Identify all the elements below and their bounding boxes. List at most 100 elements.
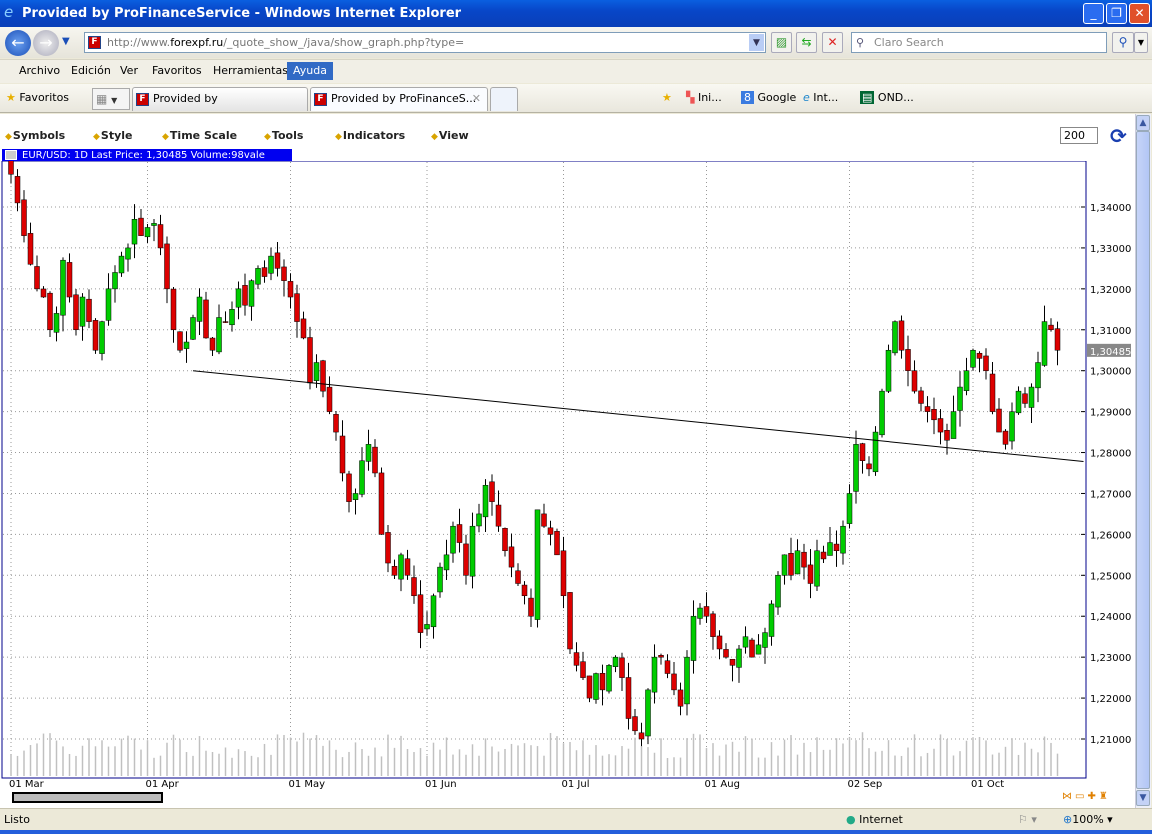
candle-down	[294, 293, 300, 322]
candle-down	[905, 349, 911, 371]
y-tick-label: 1,27000	[1090, 489, 1131, 500]
refresh-chart-icon[interactable]: ⟳	[1110, 124, 1127, 148]
close-tab-icon[interactable]: ✕	[472, 88, 481, 110]
bar-count-input[interactable]: 200	[1060, 127, 1098, 144]
candle-up	[151, 223, 157, 226]
candle-down	[404, 558, 411, 576]
menu-indicators[interactable]: ◆Indicators	[335, 129, 405, 142]
candle-down	[372, 446, 378, 474]
menu-ver[interactable]: Ver	[114, 62, 144, 80]
candle-down	[996, 408, 1002, 433]
scroll-down-icon[interactable]: ▼	[1136, 790, 1150, 806]
candle-up	[762, 632, 768, 648]
candle-down	[274, 252, 281, 269]
candle-up	[1028, 386, 1035, 408]
address-bar[interactable]: Fhttp://www.forexpf.ru/_quote_show_/java…	[84, 32, 766, 53]
candle-up	[697, 607, 703, 619]
candle-up	[183, 341, 190, 349]
candle-down	[989, 373, 996, 412]
scroll-up-icon[interactable]: ▲	[1136, 115, 1150, 131]
y-tick-label: 1,32000	[1090, 285, 1131, 296]
address-dropdown-icon[interactable]: ▼	[749, 34, 764, 51]
menu-herramientas[interactable]: Herramientas	[207, 62, 294, 80]
candle-up	[872, 431, 879, 473]
candle-down	[1048, 324, 1054, 331]
back-button[interactable]: ←	[5, 30, 31, 56]
compatibility-icon[interactable]: ▨	[771, 32, 792, 53]
candle-up	[970, 349, 976, 368]
candle-down	[27, 233, 34, 265]
fav-link-google[interactable]: 8 Google	[741, 90, 796, 106]
menu-style[interactable]: ◆Style	[93, 129, 133, 142]
chart-horizontal-scrollbar[interactable]	[12, 792, 163, 803]
restore-button[interactable]: ❐	[1106, 3, 1127, 24]
candle-down	[326, 386, 333, 412]
protected-mode-icon[interactable]: ⚐ ▾	[1018, 809, 1037, 831]
candle-up	[846, 493, 853, 524]
candle-down	[333, 414, 339, 433]
menu-archivo[interactable]: Archivo	[13, 62, 66, 80]
menu-label: Indicators	[342, 129, 406, 142]
fav-link-1[interactable]: ▚ Ini...	[686, 90, 722, 106]
candle-up	[424, 624, 430, 630]
menu-favoritos[interactable]: Favoritos	[146, 62, 208, 80]
search-options-icon[interactable]: ▼	[1134, 32, 1148, 53]
menu-edicion[interactable]: Edición	[65, 62, 117, 80]
minimize-button[interactable]: _	[1083, 3, 1104, 24]
candle-up	[1009, 411, 1015, 442]
candle-up	[359, 460, 365, 495]
quick-tabs-button[interactable]: ▦ ▼	[92, 88, 130, 110]
menu-symbols[interactable]: ◆Symbols	[5, 129, 65, 142]
candle-up	[365, 444, 372, 462]
forward-button[interactable]: →	[33, 30, 59, 56]
menu-view[interactable]: ◆View	[431, 129, 469, 142]
candle-up	[235, 288, 242, 308]
candle-up	[794, 550, 801, 575]
search-placeholder: Claro Search	[874, 36, 944, 49]
chart-zoom-controls-icon[interactable]: ⋈▭✚♜	[1062, 791, 1111, 802]
stop-icon[interactable]: ✕	[822, 32, 843, 53]
candle-down	[898, 320, 905, 351]
candle-down	[34, 266, 40, 290]
new-tab-button[interactable]	[490, 87, 518, 111]
candle-down	[300, 318, 307, 339]
candle-down	[378, 472, 385, 535]
menu-time-scale[interactable]: ◆Time Scale	[162, 129, 237, 142]
search-button[interactable]: ⚲	[1112, 32, 1134, 53]
zoom-level[interactable]: ⊕100% ▾	[1063, 809, 1113, 831]
candle-down	[671, 673, 677, 691]
search-input[interactable]: ⚲ Claro Search	[851, 32, 1107, 53]
fav-link-4[interactable]: ▤ OND...	[860, 90, 914, 106]
ie-logo-icon: e	[4, 3, 14, 21]
zone-indicator: ● Internet	[846, 809, 903, 831]
tab-1[interactable]: FProvided by ProFinanceService	[132, 87, 308, 127]
candle-down	[508, 546, 515, 568]
menu-label: Time Scale	[169, 129, 238, 142]
favorites-button[interactable]: ★ Favoritos	[6, 90, 69, 106]
candle-up	[144, 227, 151, 238]
x-tick-label: 01 Mar	[9, 779, 45, 790]
candle-down	[703, 606, 710, 617]
candle-down	[346, 473, 352, 502]
candle-down	[456, 524, 463, 543]
diamond-icon: ◆	[335, 132, 342, 142]
y-tick-label: 1,34000	[1090, 203, 1131, 214]
close-button[interactable]: ✕	[1129, 3, 1150, 24]
candle-up	[879, 390, 885, 436]
candle-down	[463, 543, 469, 576]
scrollbar-thumb[interactable]	[1136, 131, 1150, 789]
candle-up	[684, 656, 690, 705]
chart-menu-icon[interactable]	[5, 150, 17, 160]
refresh-icon[interactable]: ⇆	[796, 32, 817, 53]
add-favorite-icon[interactable]: ★	[662, 90, 672, 106]
y-tick-label: 1,30000	[1090, 367, 1131, 378]
fav-link-3[interactable]: e Int...	[803, 90, 838, 106]
candlestick-chart[interactable]: 01 Mar 01 Apr 01 May 01 Jun 01 Jul 01 Aug 02 S…	[0, 161, 1135, 792]
history-dropdown-icon[interactable]: ▼	[62, 36, 70, 47]
candle-down	[859, 443, 866, 461]
candle-up	[950, 411, 957, 439]
menu-tools[interactable]: ◆Tools	[264, 129, 303, 142]
menu-ayuda[interactable]: Ayuda	[287, 62, 333, 80]
tab-2-active[interactable]: F Provided by ProFinanceS... ✕	[310, 87, 488, 111]
candle-up	[612, 656, 619, 667]
